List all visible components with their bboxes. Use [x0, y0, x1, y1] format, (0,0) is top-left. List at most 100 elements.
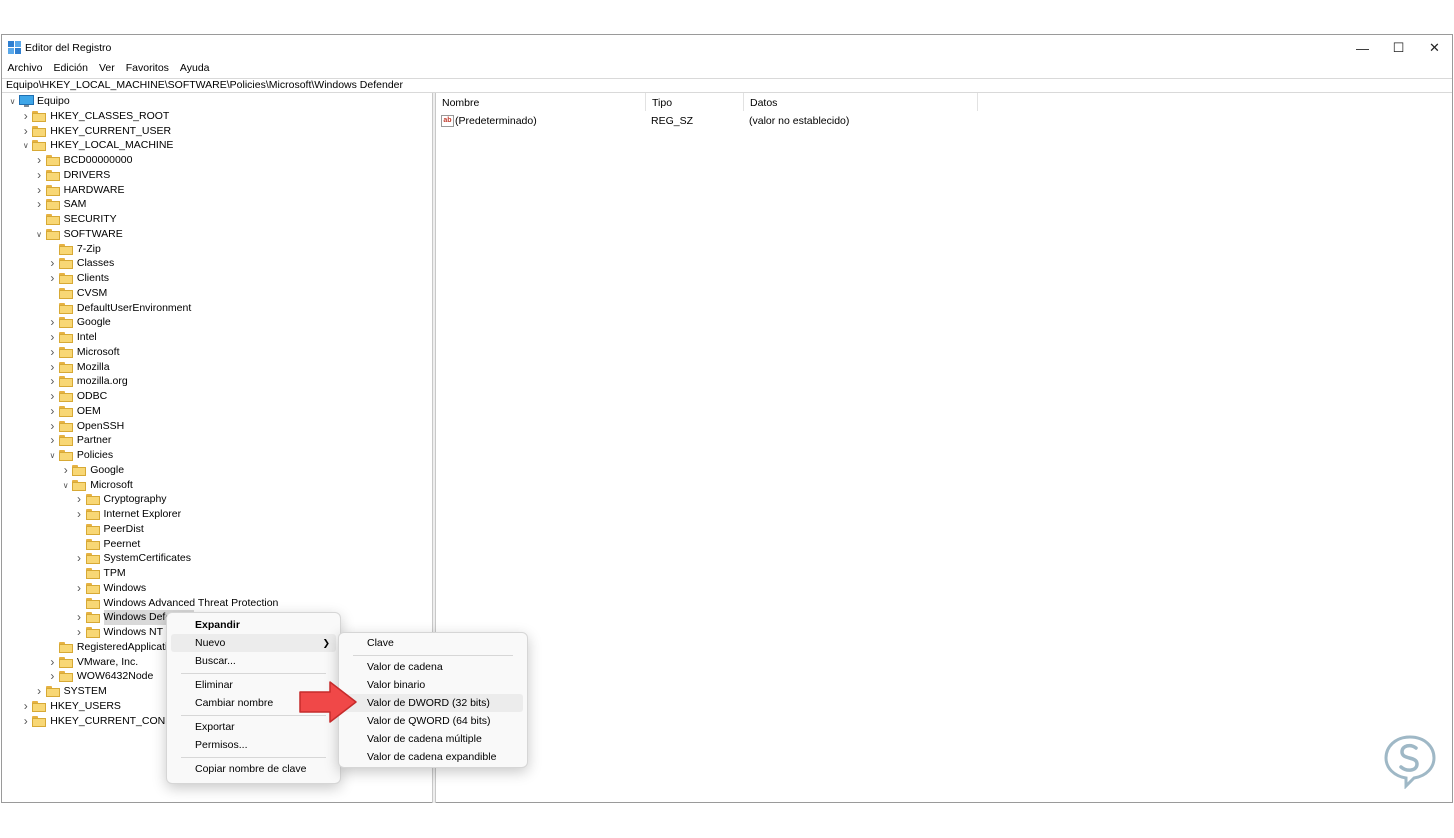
submenu-item-dword-value[interactable]: Valor de DWORD (32 bits)	[343, 694, 523, 712]
tree-node[interactable]: › OpenSSH	[2, 419, 432, 434]
tree-node[interactable]: CVSM	[2, 286, 432, 301]
title-bar[interactable]: Editor del Registro — ☐ ✕	[2, 35, 1452, 61]
tree-node[interactable]: SECURITY	[2, 212, 432, 227]
menu-edicion[interactable]: Edición	[48, 61, 93, 79]
address-bar[interactable]: Equipo\HKEY_LOCAL_MACHINE\SOFTWARE\Polic…	[2, 78, 1452, 93]
tree-node[interactable]: › Google	[2, 463, 432, 478]
tree-node[interactable]: TPM	[2, 566, 432, 581]
menu-item-find[interactable]: Buscar...	[171, 652, 336, 670]
tree-node[interactable]: › Partner	[2, 433, 432, 448]
tree-node[interactable]: Peernet	[2, 537, 432, 552]
submenu-item-string-value[interactable]: Valor de cadena	[343, 658, 523, 676]
menu-favoritos[interactable]: Favoritos	[120, 61, 174, 79]
tree-node[interactable]: ∨ Policies	[2, 448, 432, 463]
chevron-right-icon[interactable]: ›	[75, 551, 84, 566]
tree-node[interactable]: › ODBC	[2, 389, 432, 404]
chevron-right-icon[interactable]: ›	[48, 669, 57, 684]
chevron-right-icon[interactable]: ›	[35, 684, 44, 699]
close-icon: ✕	[1429, 40, 1440, 55]
chevron-right-icon[interactable]: ›	[48, 433, 57, 448]
menu-ayuda[interactable]: Ayuda	[174, 61, 215, 79]
chevron-right-icon[interactable]: ›	[48, 330, 57, 345]
chevron-right-icon[interactable]: ›	[48, 360, 57, 375]
chevron-right-icon[interactable]: ›	[35, 183, 44, 198]
chevron-right-icon[interactable]: ›	[48, 374, 57, 389]
menu-ver[interactable]: Ver	[93, 61, 120, 79]
submenu-item-key[interactable]: Clave	[343, 634, 523, 652]
chevron-right-icon[interactable]: ›	[35, 153, 44, 168]
menu-item-copy-key-name[interactable]: Copiar nombre de clave	[171, 760, 336, 778]
chevron-right-icon[interactable]: ›	[35, 197, 44, 212]
chevron-right-icon[interactable]: ›	[75, 625, 84, 640]
chevron-down-icon[interactable]: ∨	[48, 448, 57, 463]
maximize-button[interactable]: ☐	[1380, 35, 1417, 61]
tree-node[interactable]: › DRIVERS	[2, 168, 432, 183]
submenu-item-multi-string-value[interactable]: Valor de cadena múltiple	[343, 730, 523, 748]
chevron-down-icon[interactable]: ∨	[35, 227, 44, 242]
tree-node[interactable]: › HARDWARE	[2, 183, 432, 198]
chevron-right-icon[interactable]: ›	[75, 610, 84, 625]
tree-node[interactable]: ∨ Microsoft	[2, 478, 432, 493]
column-header-name[interactable]: Nombre	[436, 93, 646, 111]
submenu-item-binary-value[interactable]: Valor binario	[343, 676, 523, 694]
tree-node[interactable]: › Clients	[2, 271, 432, 286]
menu-item-expand[interactable]: Expandir	[171, 616, 336, 634]
chevron-right-icon[interactable]: ›	[75, 507, 84, 522]
folder-icon	[45, 229, 60, 240]
tree-node[interactable]: › Microsoft	[2, 345, 432, 360]
submenu-item-expandable-string-value[interactable]: Valor de cadena expandible	[343, 748, 523, 766]
chevron-right-icon[interactable]: ›	[21, 124, 30, 139]
submenu-item-qword-value[interactable]: Valor de QWORD (64 bits)	[343, 712, 523, 730]
close-button[interactable]: ✕	[1416, 35, 1453, 61]
chevron-right-icon[interactable]: ›	[48, 404, 57, 419]
menu-archivo[interactable]: Archivo	[2, 61, 48, 79]
tree-node[interactable]: › Intel	[2, 330, 432, 345]
chevron-right-icon[interactable]: ›	[48, 271, 57, 286]
minimize-button[interactable]: —	[1344, 35, 1381, 61]
chevron-down-icon[interactable]: ∨	[8, 94, 17, 109]
values-pane[interactable]: Nombre Tipo Datos ab (Predeterminado) RE…	[436, 93, 1452, 803]
chevron-right-icon[interactable]: ›	[48, 389, 57, 404]
column-header-type[interactable]: Tipo	[646, 93, 744, 111]
tree-node[interactable]: › BCD00000000	[2, 153, 432, 168]
chevron-right-icon[interactable]: ›	[48, 315, 57, 330]
chevron-down-icon[interactable]: ∨	[61, 478, 70, 493]
chevron-right-icon[interactable]: ›	[48, 655, 57, 670]
menu-item-permissions[interactable]: Permisos...	[171, 736, 336, 754]
tree-node[interactable]: › Google	[2, 315, 432, 330]
folder-icon	[45, 170, 60, 181]
chevron-right-icon[interactable]: ›	[48, 345, 57, 360]
value-row[interactable]: ab (Predeterminado) REG_SZ (valor no est…	[436, 114, 996, 129]
chevron-down-icon[interactable]: ∨	[21, 138, 30, 153]
chevron-right-icon[interactable]: ›	[48, 419, 57, 434]
menu-item-new[interactable]: Nuevo ❯	[171, 634, 336, 652]
tree-node[interactable]: PeerDist	[2, 522, 432, 537]
chevron-right-icon[interactable]: ›	[35, 168, 44, 183]
chevron-right-icon[interactable]: ›	[75, 581, 84, 596]
chevron-right-icon[interactable]: ›	[61, 463, 70, 478]
tree-node[interactable]: ∨ HKEY_LOCAL_MACHINE	[2, 138, 432, 153]
tree-node[interactable]: › Classes	[2, 256, 432, 271]
tree-node[interactable]: › HKEY_CLASSES_ROOT	[2, 109, 432, 124]
chevron-right-icon[interactable]: ›	[75, 492, 84, 507]
tree-node[interactable]: DefaultUserEnvironment	[2, 301, 432, 316]
chevron-right-icon[interactable]: ›	[48, 256, 57, 271]
tree-node[interactable]: › mozilla.org	[2, 374, 432, 389]
chevron-right-icon[interactable]: ›	[21, 109, 30, 124]
chevron-right-icon[interactable]: ›	[21, 699, 30, 714]
tree-node[interactable]: 7-Zip	[2, 242, 432, 257]
tree-node[interactable]: › SAM	[2, 197, 432, 212]
column-header-data[interactable]: Datos	[744, 93, 978, 111]
tree-node[interactable]: › Mozilla	[2, 360, 432, 375]
tree-node[interactable]: ∨ SOFTWARE	[2, 227, 432, 242]
tree-node[interactable]: ∨ Equipo	[2, 94, 432, 109]
tree-node[interactable]: › Windows	[2, 581, 432, 596]
tree-node[interactable]: › SystemCertificates	[2, 551, 432, 566]
tree-node[interactable]: › Internet Explorer	[2, 507, 432, 522]
tree-node[interactable]: › OEM	[2, 404, 432, 419]
tree-node-label: VMware, Inc.	[76, 656, 139, 668]
chevron-right-icon[interactable]: ›	[21, 714, 30, 729]
tree-node[interactable]: Windows Advanced Threat Protection	[2, 596, 432, 611]
tree-node[interactable]: › Cryptography	[2, 492, 432, 507]
tree-node[interactable]: › HKEY_CURRENT_USER	[2, 124, 432, 139]
